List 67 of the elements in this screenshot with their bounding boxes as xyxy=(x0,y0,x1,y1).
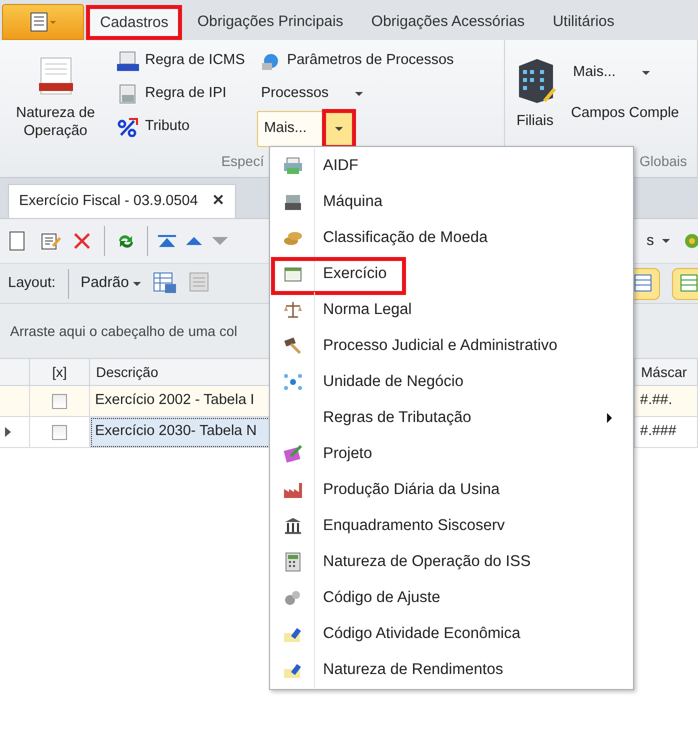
menu-item[interactable]: Código de Ajuste xyxy=(271,580,632,616)
ribbon-dropdown[interactable]: Processos xyxy=(256,79,367,108)
menu-item[interactable]: Exercício xyxy=(271,256,632,292)
toolbar-dropdown[interactable]: s xyxy=(646,230,670,252)
printer-icon xyxy=(282,156,302,176)
checkbox[interactable] xyxy=(52,394,67,408)
menu-item[interactable]: Produção Diária da Usina xyxy=(271,472,632,508)
ribbon-button[interactable]: Natureza de Operação xyxy=(6,50,105,144)
ribbon-button[interactable]: Regra de ICMS xyxy=(115,46,247,75)
checkbox[interactable] xyxy=(52,424,67,440)
group-label: Globais xyxy=(640,153,687,169)
grid-save-icon xyxy=(152,272,177,294)
menu-item[interactable]: Classificação de Moeda xyxy=(271,220,632,256)
menu-item[interactable]: Natureza de Operação do ISS xyxy=(271,544,632,580)
table-cell: #.##. xyxy=(635,386,698,417)
bank-icon xyxy=(282,516,302,536)
scales-icon xyxy=(282,300,302,320)
list-icon xyxy=(679,273,698,294)
factory-icon xyxy=(282,480,302,500)
tab-title: Exercício Fiscal - 03.9.0504 xyxy=(19,192,198,211)
calculator-icon xyxy=(282,552,302,572)
grid-icon xyxy=(188,272,211,294)
ribbon-button[interactable]: Regra de IPI xyxy=(115,79,228,108)
dropdown-button[interactable] xyxy=(324,112,353,146)
application-menu-button[interactable] xyxy=(2,4,84,40)
caret-icon xyxy=(354,92,363,96)
move-top-icon xyxy=(158,234,176,247)
pencil-chart-icon xyxy=(282,444,302,464)
ribbon-tab[interactable]: Utilitários xyxy=(540,5,628,40)
menu-item[interactable]: Enquadramento Siscoserv xyxy=(271,508,632,544)
network-icon xyxy=(282,372,302,392)
table-cell: #.### xyxy=(635,417,698,448)
menu-icon xyxy=(28,11,58,33)
arrow-down-icon xyxy=(212,236,228,245)
menu-item[interactable]: Código Atividade Econômica xyxy=(271,616,632,652)
caret-icon xyxy=(334,127,343,131)
arrow-up-icon xyxy=(186,236,202,245)
caret-icon xyxy=(642,70,650,74)
document-tab[interactable]: Exercício Fiscal - 03.9.0504 ✕ xyxy=(8,184,236,218)
percent-icon xyxy=(117,116,139,136)
menu-item[interactable]: Natureza de Rendimentos xyxy=(271,652,632,688)
column-header[interactable]: Máscar xyxy=(635,358,698,386)
ribbon-button[interactable]: Tributo xyxy=(115,112,192,141)
save-layout-button[interactable] xyxy=(152,272,177,296)
group-label: Especí xyxy=(221,153,264,169)
view-button[interactable] xyxy=(672,268,698,300)
layout-dropdown[interactable]: Padrão xyxy=(80,272,141,295)
ribbon-dropdown[interactable]: Mais... xyxy=(569,58,654,87)
menu-item[interactable]: Processo Judicial e Administrativo xyxy=(271,328,632,364)
ribbon-tab[interactable]: Obrigações Principais xyxy=(184,5,356,40)
ribbon-button[interactable]: Campos Comple xyxy=(569,99,681,128)
group-panel-hint: Arraste aqui o cabeçalho de uma col xyxy=(10,322,238,341)
ribbon-tab[interactable]: Obrigações Acessórias xyxy=(358,5,538,40)
ribbon-button[interactable]: Filiais xyxy=(511,52,559,134)
menu-item[interactable]: Máquina xyxy=(271,184,632,220)
machine-icon xyxy=(282,192,302,212)
gavel-icon xyxy=(282,336,302,356)
ribbon-button[interactable]: Parâmetros de Processos xyxy=(256,46,456,75)
edit-icon xyxy=(40,230,62,251)
caret-icon xyxy=(132,282,141,286)
menu-item[interactable]: Norma Legal xyxy=(271,292,632,328)
close-button[interactable]: ✕ xyxy=(212,190,225,213)
ribbon-tab[interactable]: Cadastros xyxy=(86,5,182,40)
column-header[interactable]: [x] xyxy=(30,358,90,386)
menu-item[interactable]: AIDF xyxy=(271,148,632,184)
layout-label: Layout: xyxy=(8,274,56,293)
caret-icon xyxy=(662,239,670,243)
